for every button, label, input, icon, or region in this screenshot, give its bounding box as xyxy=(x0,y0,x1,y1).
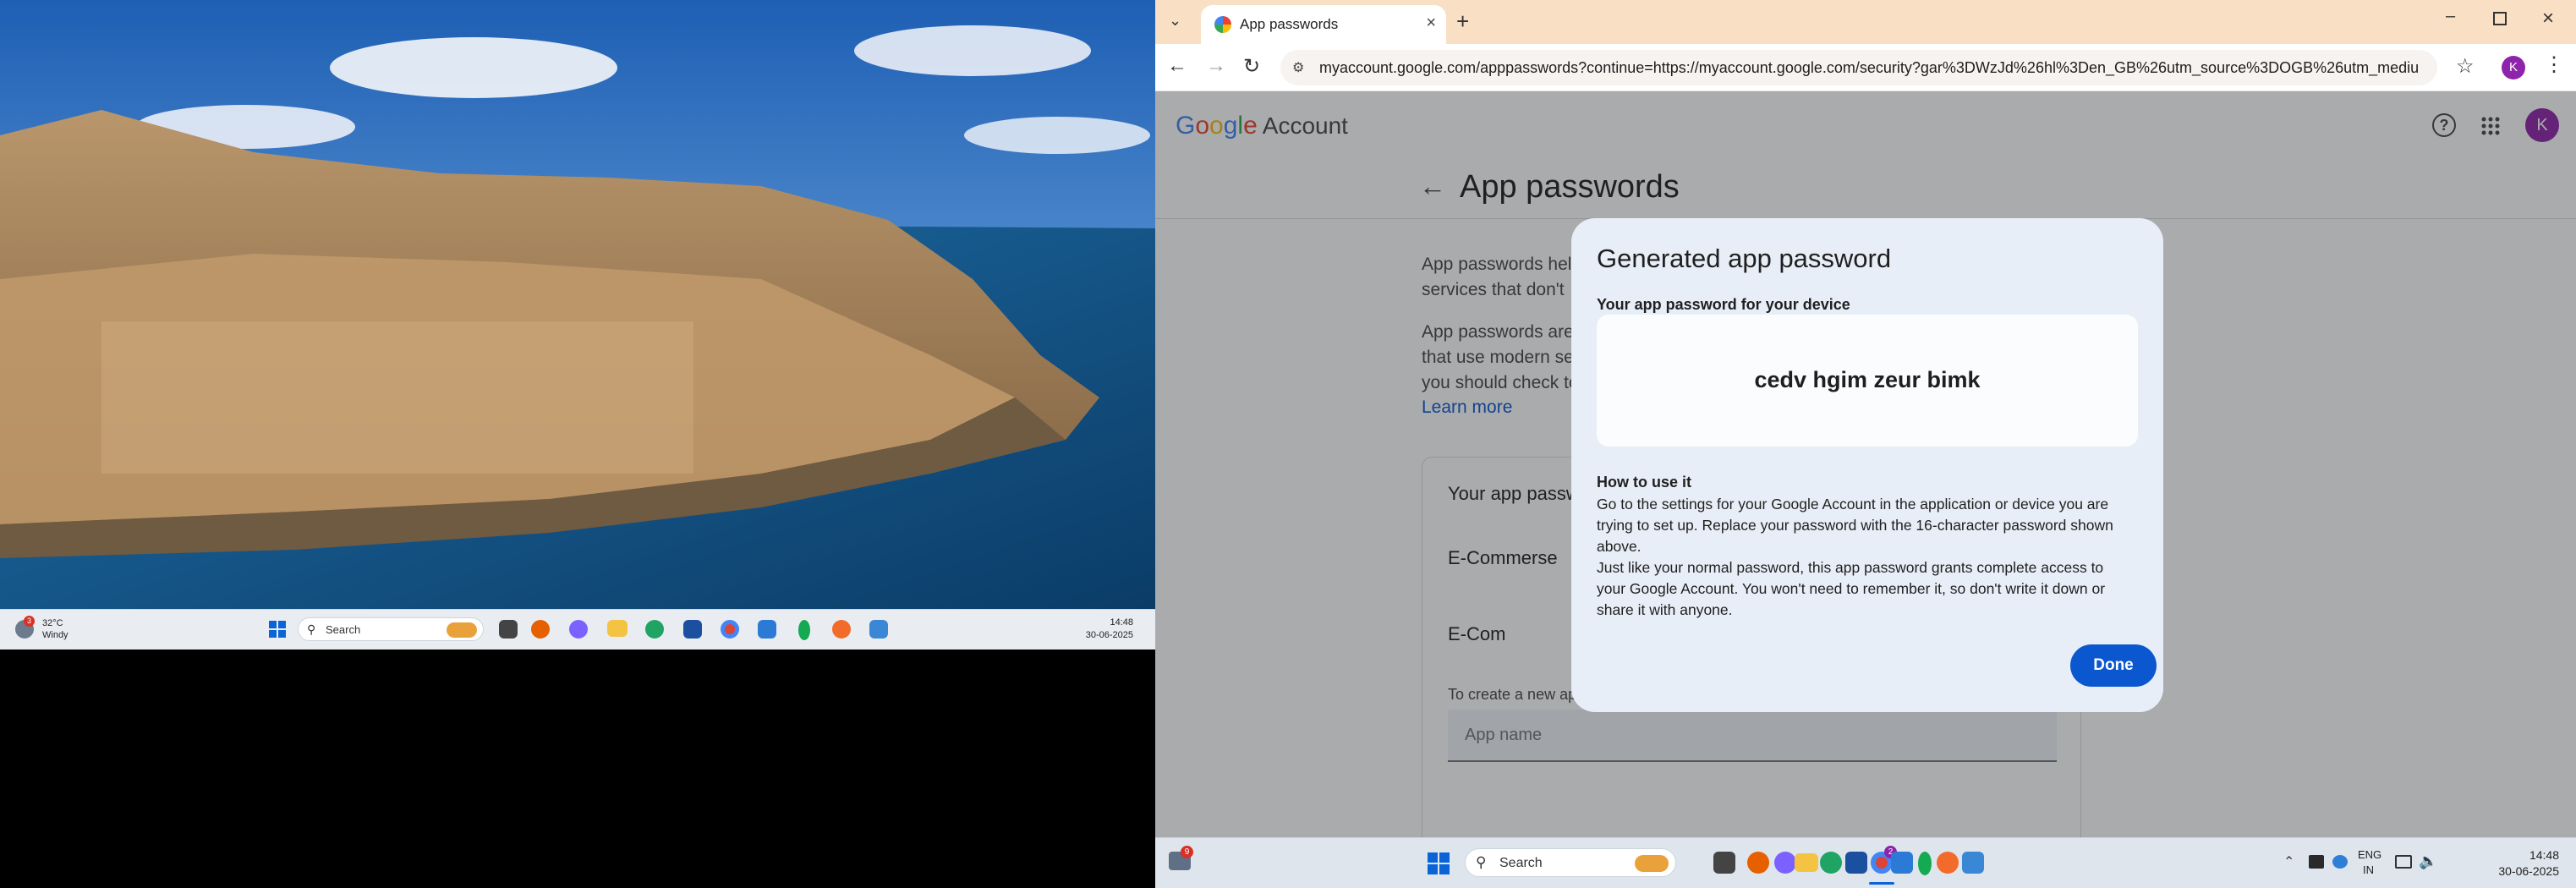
lang-line-2[interactable]: IN xyxy=(2363,863,2374,876)
url-text[interactable]: myaccount.google.com/apppasswords?contin… xyxy=(1319,59,2419,77)
search-highlight-icon-right xyxy=(1635,855,1669,872)
tray-chevron-icon[interactable]: ⌃ xyxy=(2283,853,2294,870)
windows-start-icon[interactable] xyxy=(269,621,286,638)
weather-badge: 3 xyxy=(24,616,35,627)
site-info-icon[interactable]: ⚙ xyxy=(1292,59,1304,76)
address-bar[interactable]: ⚙ myaccount.google.com/apppasswords?cont… xyxy=(1280,50,2437,85)
firefox-icon[interactable] xyxy=(531,620,550,639)
google-favicon-icon xyxy=(1214,16,1231,33)
generated-password[interactable]: cedv hgim zeur bimk xyxy=(1597,367,2138,393)
chrome-active-indicator xyxy=(1869,882,1894,885)
taskbar-search-label-right: Search xyxy=(1499,856,1543,870)
paint-app-icon[interactable] xyxy=(869,620,888,639)
profile-avatar[interactable]: K xyxy=(2502,56,2525,79)
task-view-icon[interactable] xyxy=(499,620,518,639)
modal-scrim[interactable]: Generated app password Your app password… xyxy=(1155,91,2576,837)
tab-app-passwords[interactable]: App passwords × xyxy=(1201,5,1446,44)
search-icon: ⚲ xyxy=(307,622,316,636)
nvidia-tray-icon[interactable] xyxy=(2309,855,2324,869)
right-clock-time[interactable]: 14:48 xyxy=(2475,848,2559,862)
paint-app-icon-right[interactable] xyxy=(1962,852,1984,874)
right-clock-date[interactable]: 30-06-2025 xyxy=(2458,864,2559,878)
right-taskbar: 9 ⚲ Search 2 ⌃ ENG IN 🔈 14:48 30-06-2025 xyxy=(1155,837,2576,888)
taskbar-search-box-right[interactable]: ⚲ Search xyxy=(1465,848,1676,877)
file-explorer-icon[interactable] xyxy=(607,620,628,637)
store-icon-right[interactable] xyxy=(1845,852,1867,874)
edge-icon-right[interactable] xyxy=(1820,852,1842,874)
vscode-icon[interactable] xyxy=(758,620,776,639)
left-taskbar: 3 32°C Windy ⚲ Search 14:48 30-06-2025 xyxy=(0,609,1155,650)
bookmark-star-icon[interactable]: ☆ xyxy=(2456,54,2475,79)
weather-temp: 32°C xyxy=(42,618,63,628)
browser-toolbar: ← → ↻ ⚙ myaccount.google.com/apppassword… xyxy=(1155,44,2576,91)
windows-start-icon-right[interactable] xyxy=(1428,852,1450,874)
howto-line-1: Go to the settings for your Google Accou… xyxy=(1597,496,2109,513)
vscode-icon-right[interactable] xyxy=(1891,852,1913,874)
tab-title: App passwords xyxy=(1240,16,1339,32)
reload-icon[interactable]: ↻ xyxy=(1243,54,1260,79)
widgets-badge: 9 xyxy=(1181,846,1193,858)
left-monitor: 3 32°C Windy ⚲ Search 14:48 30-06-2025 xyxy=(0,0,1155,650)
search-highlight-icon xyxy=(447,622,477,638)
done-button[interactable]: Done xyxy=(2070,644,2157,687)
howto-line-2: trying to set up. Replace your password … xyxy=(1597,517,2113,534)
desktop-wallpaper xyxy=(0,0,1155,609)
password-box: cedv hgim zeur bimk xyxy=(1597,315,2138,447)
firefox-icon-right[interactable] xyxy=(1747,852,1769,874)
generated-password-dialog: Generated app password Your app password… xyxy=(1571,218,2163,712)
minimize-icon[interactable]: – xyxy=(2446,7,2455,26)
copilot-icon-right[interactable] xyxy=(1774,852,1796,874)
back-icon[interactable]: ← xyxy=(1167,54,1187,78)
browser-menu-icon[interactable]: ⋮ xyxy=(2544,52,2564,77)
volume-icon[interactable]: 🔈 xyxy=(2419,852,2437,870)
mongodb-icon[interactable] xyxy=(798,620,810,640)
restore-icon[interactable] xyxy=(2493,12,2507,25)
search-icon-right: ⚲ xyxy=(1476,854,1487,870)
howto-line-6: share it with anyone. xyxy=(1597,601,1733,618)
weather-condition: Windy xyxy=(42,630,69,640)
forward-icon[interactable]: → xyxy=(1206,54,1226,78)
taskbar-search-label: Search xyxy=(326,623,361,636)
right-monitor: ⌄ App passwords × + – × ← → ↻ ⚙ myaccoun… xyxy=(1155,0,2576,888)
postman-icon-right[interactable] xyxy=(1937,852,1959,874)
howto-line-4: Just like your normal password, this app… xyxy=(1597,559,2104,576)
task-view-icon-right[interactable] xyxy=(1713,852,1735,874)
howto-line-5: your Google Account. You won't need to r… xyxy=(1597,580,2106,597)
lang-line-1[interactable]: ENG xyxy=(2358,848,2381,861)
tab-search-chevron-icon[interactable]: ⌄ xyxy=(1169,12,1181,30)
left-clock-time: 14:48 xyxy=(1110,617,1133,628)
new-tab-icon[interactable]: + xyxy=(1456,8,1469,35)
mongodb-icon-right[interactable] xyxy=(1918,852,1932,875)
tab-close-icon[interactable]: × xyxy=(1426,14,1436,33)
defender-tray-icon[interactable] xyxy=(2332,855,2348,869)
browser-tab-bar: ⌄ App passwords × + – × xyxy=(1155,0,2576,44)
network-icon[interactable] xyxy=(2395,855,2412,869)
left-clock-date: 30-06-2025 xyxy=(1085,630,1133,640)
left-black-area xyxy=(0,650,1155,888)
window-close-icon[interactable]: × xyxy=(2542,7,2554,30)
store-icon[interactable] xyxy=(683,620,702,639)
taskbar-search-box[interactable]: ⚲ Search xyxy=(298,617,484,641)
howto-heading: How to use it xyxy=(1597,474,1691,491)
file-explorer-icon-right[interactable] xyxy=(1795,853,1818,872)
dialog-title: Generated app password xyxy=(1597,244,1892,273)
copilot-icon[interactable] xyxy=(569,620,588,639)
chrome-icon[interactable] xyxy=(721,620,739,639)
postman-icon[interactable] xyxy=(832,620,851,639)
dialog-subtitle: Your app password for your device xyxy=(1597,296,1850,313)
edge-icon[interactable] xyxy=(645,620,664,639)
howto-line-3: above. xyxy=(1597,538,1642,555)
